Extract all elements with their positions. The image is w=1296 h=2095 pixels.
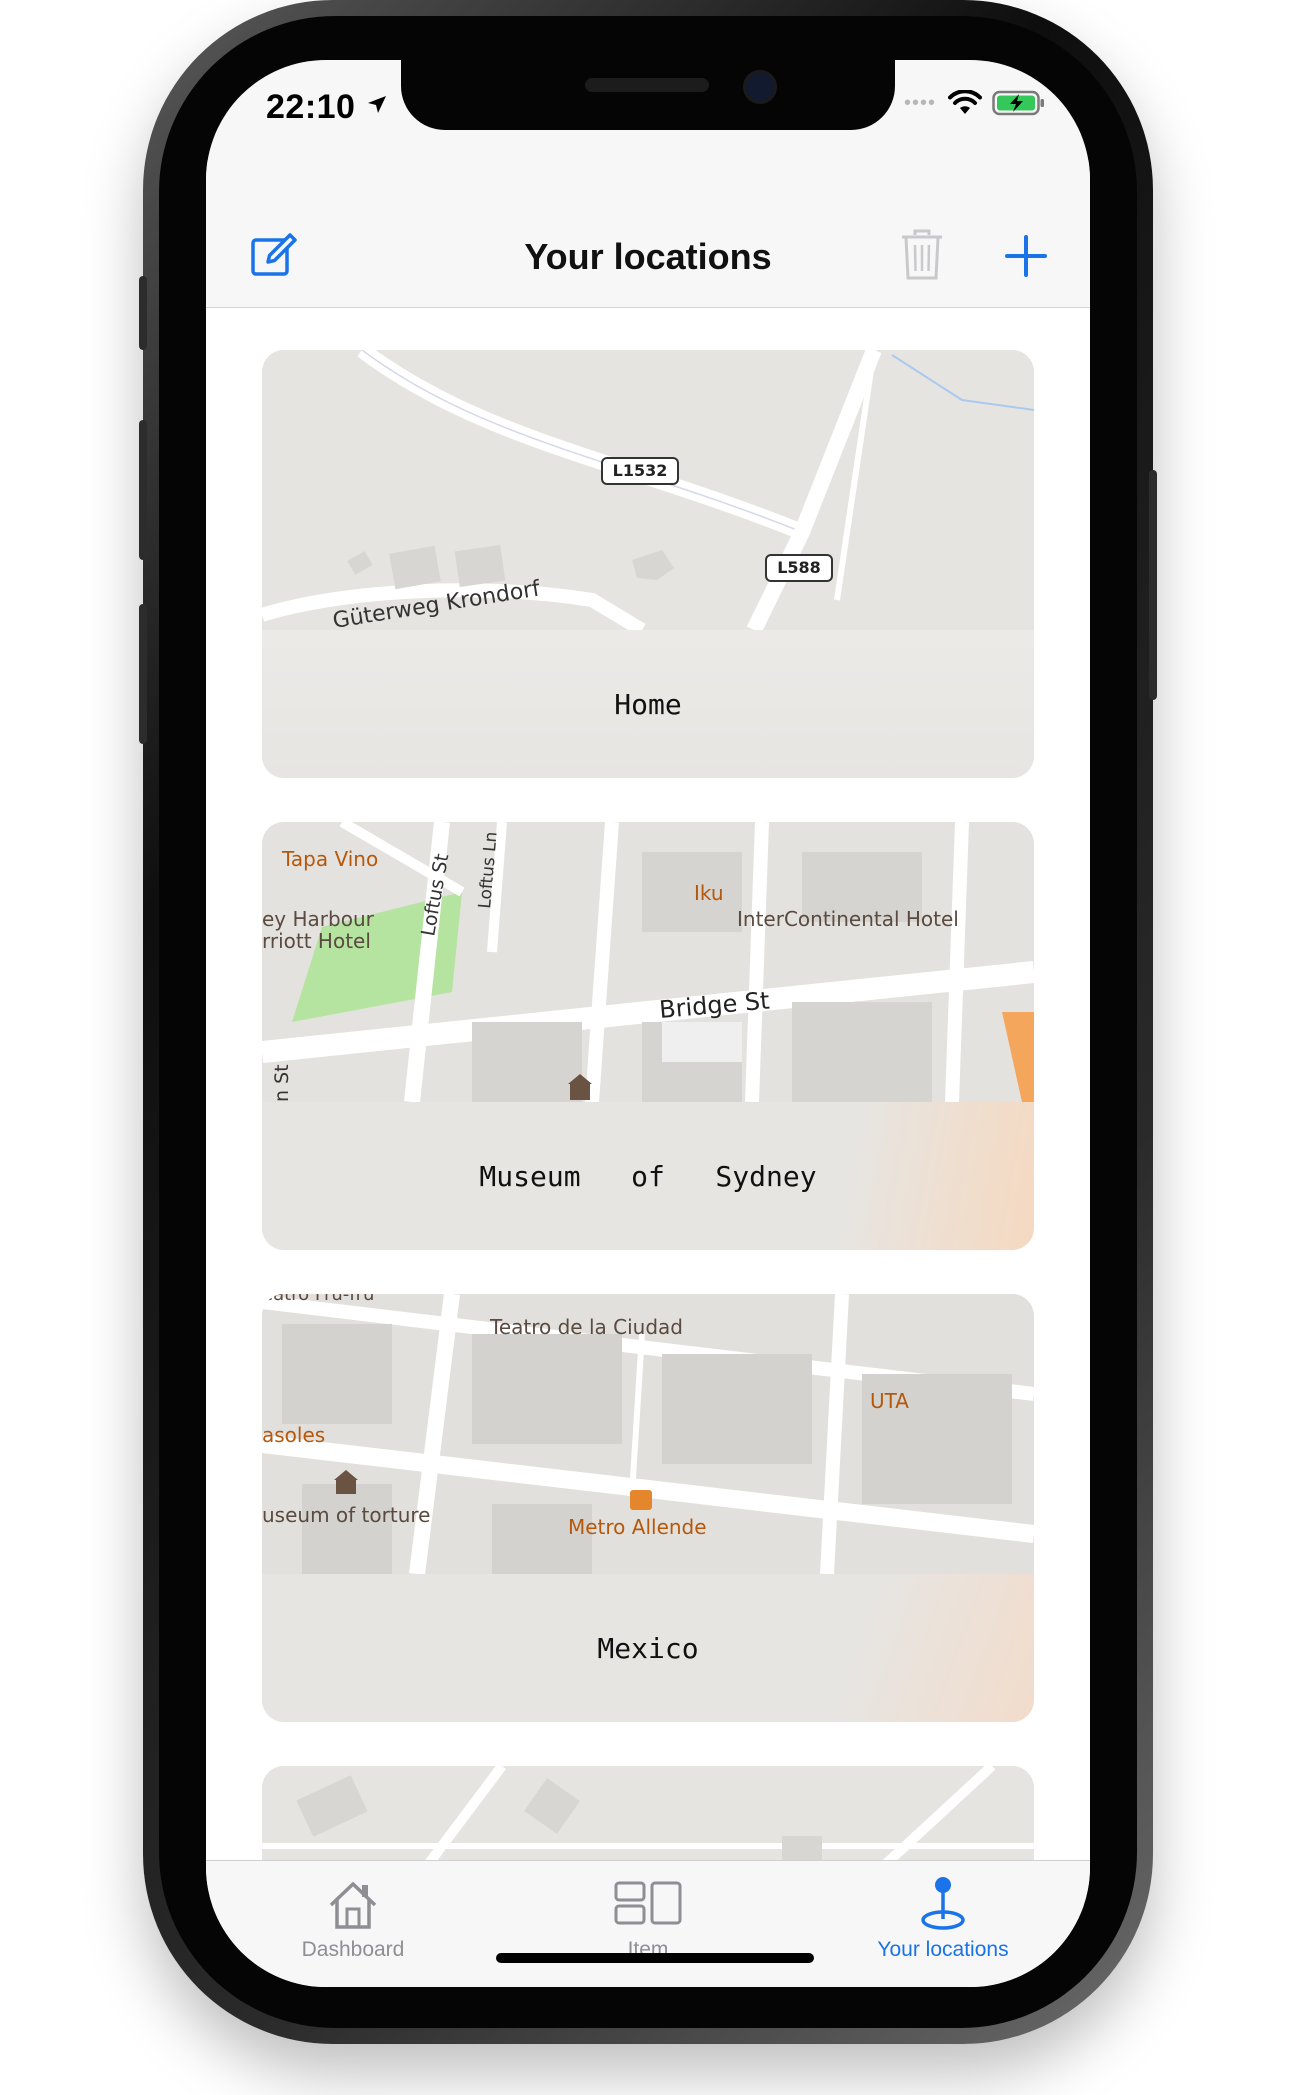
map-preview: Tapa Vino Iku InterContinental Hotel ey … [262,822,1034,1102]
battery-charging-icon [992,90,1044,116]
map-poi-label: eatro Fru-fru [262,1294,374,1305]
phone-screen: 22:10 •••• Your locations L1532 L588 Güt… [206,60,1090,1987]
map-poi-label: Teatro de la Ciudad [489,1315,683,1339]
front-camera [743,70,777,104]
location-card[interactable]: L1532 L588 Güterweg Krondorf Home [262,350,1034,778]
speaker [585,78,709,92]
locations-list: L1532 L588 Güterweg Krondorf Home Tapa V… [206,308,1090,1860]
map-street-label: n St [271,1064,293,1102]
map-poi-label: rriott Hotel [262,929,371,953]
volume-down-button [139,604,147,744]
plus-icon [1005,235,1047,277]
home-indicator[interactable] [496,1953,814,1963]
add-button[interactable] [1004,234,1048,281]
trash-icon [902,229,942,280]
wifi-icon [948,90,982,114]
tab-your-locations[interactable]: Your locations [796,1861,1090,1961]
delete-button[interactable] [900,229,944,284]
map-poi-label: Metro Allende [568,1515,707,1539]
location-name: Museum of Sydney [262,1102,1034,1250]
map-road-label: L588 [777,558,821,577]
map-poi-label: UTA [870,1389,909,1413]
map-preview: L1532 L588 Güterweg Krondorf [262,350,1034,630]
map-poi-label: useum of torture [262,1503,430,1527]
volume-up-button [139,420,147,560]
grid-icon [614,1881,682,1925]
map-poi-label: Iku [694,881,724,905]
house-icon [329,1882,377,1929]
map-preview: eatro Fru-fru Teatro de la Ciudad UTA as… [262,1294,1034,1574]
mute-switch [139,276,147,350]
tab-label: Dashboard [301,1938,405,1961]
location-arrow-icon [368,96,386,113]
tab-bar: Dashboard Item Your locations [206,1860,1090,1987]
tab-label: Your locations [877,1938,1009,1961]
map-poi-label: Tapa Vino [281,847,378,871]
location-card[interactable] [262,1766,1034,1860]
power-button [1149,470,1157,700]
map-preview [262,1766,1034,1860]
metro-marker-icon [630,1490,652,1510]
signal-dots-icon: •••• [903,91,936,114]
map-poi-label: ey Harbour [262,907,375,931]
map-poi-label: asoles [262,1423,325,1447]
notch [401,60,895,130]
page-title: Your locations [524,236,772,277]
status-indicators: •••• [904,90,1046,116]
map-poi-label: InterContinental Hotel [737,907,959,931]
tab-dashboard[interactable]: Dashboard [206,1861,500,1961]
tab-item[interactable]: Item [501,1861,795,1961]
map-road-label: L1532 [613,461,668,480]
location-name: Home [262,630,1034,778]
location-pin-icon [921,1877,965,1930]
location-card[interactable]: eatro Fru-fru Teatro de la Ciudad UTA as… [262,1294,1034,1722]
status-time: 22:10 [266,88,356,126]
navigation-bar: Your locations [206,160,1090,308]
location-card[interactable]: Tapa Vino Iku InterContinental Hotel ey … [262,822,1034,1250]
location-name: Mexico [262,1574,1034,1722]
